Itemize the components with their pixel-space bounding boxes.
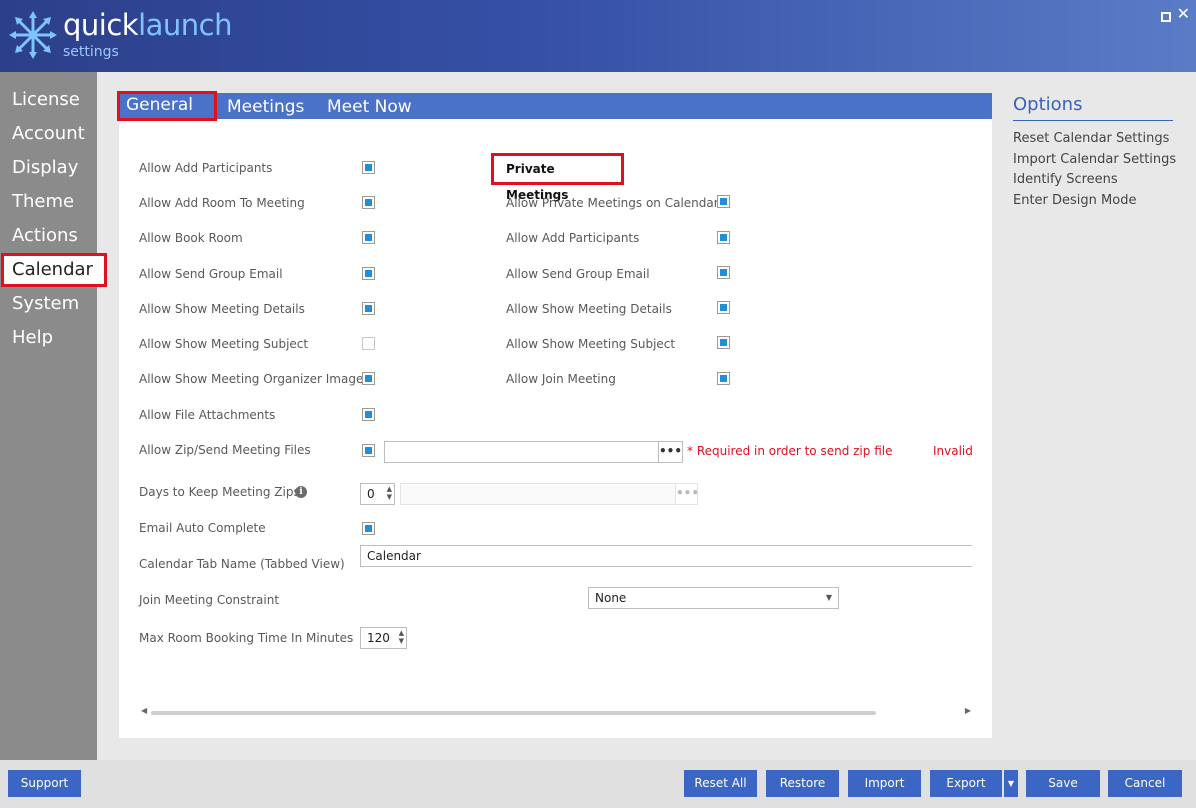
info-icon[interactable]: i [295,486,307,498]
setting-label: Allow Show Meeting Subject [506,337,676,351]
sidebar-item-actions[interactable]: Actions [0,219,97,253]
sidebar-item-system[interactable]: System [0,287,97,321]
stepper-arrows-icon[interactable]: ▲ ▼ [387,485,392,501]
zip-invalid-message: Invalid [933,444,973,458]
restore-button[interactable]: Restore [766,770,839,797]
app-header: quicklaunch settings ✕ [0,0,1196,72]
allow-book-room-checkbox[interactable] [362,231,375,244]
import-calendar-settings-link[interactable]: Import Calendar Settings [1013,152,1176,167]
enter-design-mode-link[interactable]: Enter Design Mode [1013,193,1136,208]
days-keep-zips-stepper[interactable]: 0 ▲ ▼ [360,483,395,505]
days-keep-zips-label: Days to Keep Meeting Zips [139,485,300,499]
calendar-settings-panel: General Meetings Meet Now Allow Add Part… [117,91,992,738]
allow-file-attachments-checkbox[interactable] [362,408,375,421]
setting-label: Allow Zip/Send Meeting Files [139,443,311,457]
identify-screens-link[interactable]: Identify Screens [1013,172,1118,187]
reset-all-button[interactable]: Reset All [684,770,757,797]
private-allow-send-group-email-checkbox[interactable] [717,266,730,279]
private-allow-join-meeting-checkbox[interactable] [717,372,730,385]
scroll-left-icon[interactable]: ◀ [141,706,147,715]
setting-label: Allow Show Meeting Details [506,302,672,316]
reset-calendar-settings-link[interactable]: Reset Calendar Settings [1013,131,1169,146]
max-room-booking-label: Max Room Booking Time In Minutes [139,631,354,645]
setting-label: Allow Add Room To Meeting [139,196,305,210]
options-title: Options [1013,94,1083,115]
calendar-tab-name-input[interactable]: Calendar [360,545,972,567]
private-meetings-title: Private Meetings [491,153,624,202]
setting-label: Allow Private Meetings on Calendar [506,196,719,210]
email-auto-complete-checkbox[interactable] [362,522,375,535]
email-auto-complete-label: Email Auto Complete [139,521,266,535]
sidebar-item-license[interactable]: License [0,83,97,117]
days-disabled-browse-button: ••• [675,483,699,505]
setting-label: Allow Book Room [139,231,243,245]
logo-wordmark: quicklaunch [63,8,233,42]
export-button[interactable]: Export [930,770,1002,797]
calendar-tab-name-label: Calendar Tab Name (Tabbed View) [139,557,345,571]
export-dropdown-icon[interactable]: ▼ [1004,770,1018,797]
zip-required-message: * Required in order to send zip file [687,444,893,458]
zip-path-input[interactable] [384,441,659,463]
private-allow-add-participants-checkbox[interactable] [717,231,730,244]
support-button[interactable]: Support [8,770,81,797]
setting-label: Allow Send Group Email [139,267,283,281]
quicklaunch-logo-icon [9,11,57,59]
tab-bar: General Meetings Meet Now [117,91,992,121]
allow-show-meeting-subject-checkbox[interactable] [362,337,375,350]
scroll-right-icon[interactable]: ▶ [965,706,971,715]
join-meeting-constraint-select[interactable]: None ▼ [588,587,839,609]
close-icon[interactable]: ✕ [1177,4,1190,23]
allow-send-group-email-checkbox[interactable] [362,267,375,280]
sidebar-item-calendar[interactable]: Calendar [1,253,107,287]
setting-label: Allow Join Meeting [506,372,616,386]
days-disabled-input [400,483,676,505]
scrollbar-thumb[interactable] [151,711,876,715]
setting-label: Allow Send Group Email [506,267,650,281]
zip-browse-button[interactable]: ••• [658,441,683,463]
import-button[interactable]: Import [848,770,921,797]
allow-show-organizer-image-checkbox[interactable] [362,372,375,385]
cancel-button[interactable]: Cancel [1108,770,1182,797]
allow-show-meeting-details-checkbox[interactable] [362,302,375,315]
setting-label: Allow Show Meeting Subject [139,337,309,351]
allow-private-meetings-checkbox[interactable] [717,195,730,208]
setting-label: Allow File Attachments [139,408,276,422]
setting-label: Allow Show Meeting Organizer Image [139,372,364,386]
options-divider [1013,120,1173,121]
private-allow-show-subject-checkbox[interactable] [717,336,730,349]
tab-general[interactable]: General [117,91,217,121]
logo-subtitle: settings [63,44,119,60]
setting-label: Allow Add Participants [506,231,640,245]
sidebar: License Account Display Theme Actions Ca… [0,72,107,760]
max-room-booking-stepper[interactable]: 120 ▲ ▼ [360,627,407,649]
setting-label: Allow Add Participants [139,161,273,175]
horizontal-scrollbar[interactable]: ◀ ▶ [141,706,971,717]
tab-meet-now[interactable]: Meet Now [327,93,412,121]
setting-label: Allow Show Meeting Details [139,302,305,316]
sidebar-item-display[interactable]: Display [0,151,97,185]
maximize-icon[interactable] [1161,12,1171,22]
save-button[interactable]: Save [1026,770,1100,797]
allow-add-participants-checkbox[interactable] [362,161,375,174]
stepper-arrows-icon[interactable]: ▲ ▼ [399,629,404,645]
sidebar-item-theme[interactable]: Theme [0,185,97,219]
chevron-down-icon: ▼ [825,593,832,602]
allow-zip-send-checkbox[interactable] [362,444,375,457]
join-meeting-constraint-label: Join Meeting Constraint [139,593,280,607]
allow-add-room-checkbox[interactable] [362,196,375,209]
tab-meetings[interactable]: Meetings [227,93,304,121]
sidebar-item-account[interactable]: Account [0,117,97,151]
private-allow-show-details-checkbox[interactable] [717,301,730,314]
sidebar-item-help[interactable]: Help [0,321,97,355]
